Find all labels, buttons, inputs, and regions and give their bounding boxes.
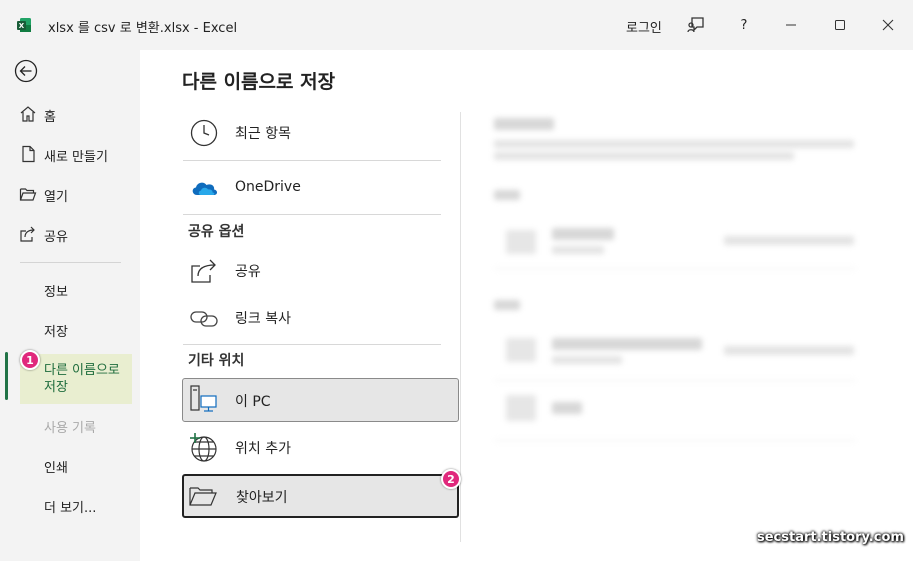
home-icon: [20, 106, 36, 122]
onedrive-cloud-icon: [192, 182, 217, 195]
folder-open-icon: [19, 188, 37, 201]
sidebar-item-save[interactable]: 저장: [44, 321, 68, 340]
location-copy-link[interactable]: 링크 복사: [183, 295, 459, 339]
location-label: 찾아보기: [236, 490, 288, 506]
sidebar-item-label: 열기: [44, 190, 68, 205]
new-file-icon: [22, 145, 35, 163]
share-arrow-icon: [191, 259, 216, 283]
sidebar-item-history: 사용 기록: [44, 421, 96, 436]
location-label: 최근 항목: [235, 126, 291, 142]
other-locations-heading: 기타 위치: [188, 353, 245, 369]
backstage-sidebar: 홈 새로 만들기 열기 공유 정보 저장 다른 이름으로 저장 사용 기록 인쇄…: [0, 50, 140, 561]
location-label: 위치 추가: [235, 441, 291, 457]
sidebar-item-share[interactable]: 공유: [0, 221, 140, 247]
selected-indicator: [5, 352, 8, 400]
step-badge-2: 2: [441, 469, 461, 489]
location-onedrive[interactable]: OneDrive: [183, 166, 459, 210]
watermark: secstart.tistory.com: [757, 530, 904, 545]
location-label: 공유: [235, 264, 261, 280]
save-as-panel: 다른 이름으로 저장 최근 항목 OneDrive 공유 옵션 공유 링크 복사…: [140, 50, 913, 561]
location-label: 링크 복사: [235, 311, 291, 327]
page-title: 다른 이름으로 저장: [182, 71, 336, 93]
sidebar-item-print[interactable]: 인쇄: [44, 457, 68, 476]
browse-button[interactable]: 찾아보기: [182, 474, 459, 518]
sidebar-item-label: 홈: [44, 110, 56, 125]
clock-icon: [190, 119, 218, 147]
share-options-heading: 공유 옵션: [188, 224, 245, 240]
maximize-icon[interactable]: [829, 14, 851, 36]
login-link[interactable]: 로그인: [626, 17, 662, 36]
window-title: xlsx 를 csv 로 변환.xlsx - Excel: [48, 21, 238, 36]
minimize-icon[interactable]: [780, 14, 802, 36]
divider: [183, 344, 441, 345]
computer-icon: [190, 385, 217, 412]
title-bar: X xlsx 를 csv 로 변환.xlsx - Excel 로그인 ?: [0, 0, 913, 50]
divider: [183, 160, 441, 161]
location-label: 이 PC: [235, 394, 271, 410]
globe-add-icon: [190, 433, 217, 462]
folder-icon: [189, 487, 217, 506]
location-share[interactable]: 공유: [183, 248, 459, 292]
sidebar-item-label: 공유: [44, 230, 68, 245]
sidebar-item-new[interactable]: 새로 만들기: [0, 141, 140, 167]
location-this-pc[interactable]: 이 PC: [182, 378, 459, 422]
sidebar-item-label: 새로 만들기: [44, 150, 108, 165]
svg-text:X: X: [19, 22, 25, 30]
sidebar-divider: [20, 262, 121, 263]
step-badge-1: 1: [20, 350, 40, 370]
help-button[interactable]: ?: [733, 14, 755, 36]
location-label: OneDrive: [235, 179, 301, 195]
sidebar-item-more[interactable]: 더 보기...: [44, 497, 96, 516]
excel-logo-icon: X: [17, 18, 31, 32]
back-arrow-icon[interactable]: [14, 59, 38, 83]
share-icon: [20, 226, 35, 242]
sidebar-item-home[interactable]: 홈: [0, 101, 140, 127]
divider: [183, 214, 441, 215]
sidebar-item-open[interactable]: 열기: [0, 181, 140, 207]
feedback-icon[interactable]: [685, 14, 707, 36]
link-icon: [190, 311, 218, 327]
location-recent[interactable]: 최근 항목: [183, 110, 459, 154]
sidebar-item-label: 다른 이름으로 저장: [44, 363, 120, 395]
close-icon[interactable]: [877, 14, 899, 36]
location-add-place[interactable]: 위치 추가: [183, 425, 459, 469]
sidebar-item-info[interactable]: 정보: [44, 281, 68, 300]
blurred-recent-folders: [492, 110, 872, 470]
